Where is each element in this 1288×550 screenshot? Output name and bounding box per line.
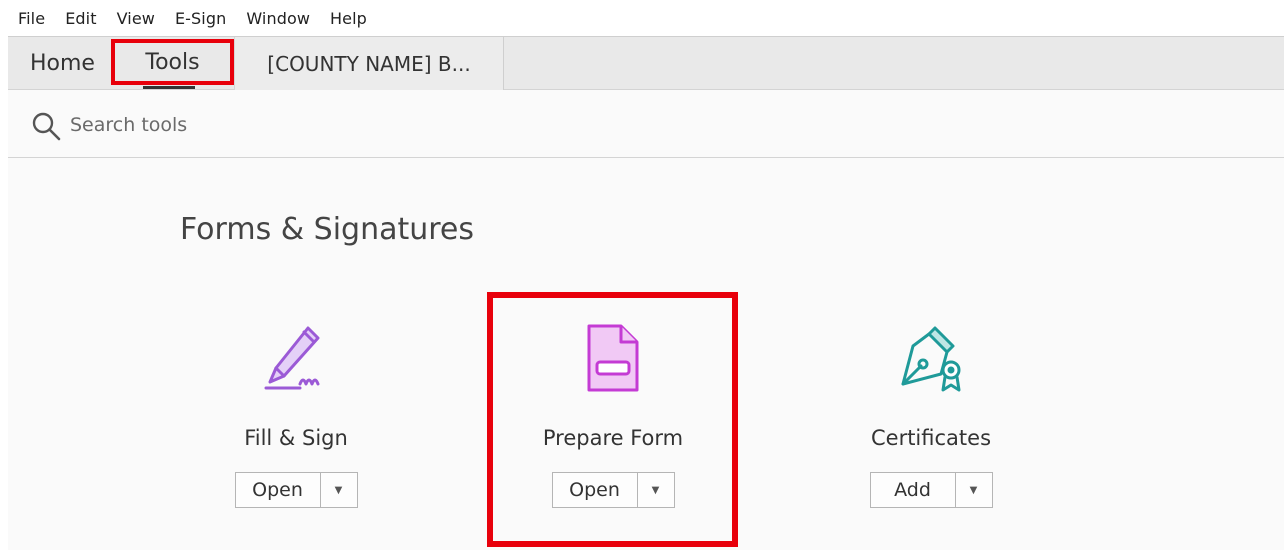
tool-fill-sign-label: Fill & Sign [244,426,348,450]
search-icon[interactable] [30,110,62,142]
menu-view[interactable]: View [117,9,155,28]
tool-fill-sign: Fill & Sign Open ▼ [176,300,416,508]
fill-sign-dropdown-button[interactable]: ▼ [321,473,357,507]
caret-down-icon: ▼ [651,484,660,496]
certificates-button-group: Add ▼ [869,472,993,508]
tab-home-label: Home [30,51,95,76]
prepare-form-button-group: Open ▼ [551,472,675,508]
menu-window[interactable]: Window [246,9,310,28]
prepare-form-icon[interactable] [573,318,653,398]
fill-sign-icon[interactable] [256,318,336,398]
tab-bar: Home Tools [COUNTY NAME] B... [8,36,1284,90]
tool-certificates-label: Certificates [870,426,992,450]
tool-prepare-form: Prepare Form Open ▼ [493,300,733,508]
tab-document[interactable]: [COUNTY NAME] B... [234,37,504,90]
fill-sign-button-group: Open ▼ [234,472,358,508]
tab-home[interactable]: Home [20,37,120,90]
fill-sign-open-label: Open [252,479,303,501]
menu-bar: File Edit View E-Sign Window Help [8,0,1284,36]
tab-document-label: [COUNTY NAME] B... [267,51,471,76]
fill-sign-open-button[interactable]: Open [236,473,321,507]
prepare-form-dropdown-button[interactable]: ▼ [638,473,674,507]
menu-esign[interactable]: E-Sign [175,9,226,28]
search-input[interactable] [70,108,470,142]
certificates-dropdown-button[interactable]: ▼ [956,473,992,507]
tab-tools[interactable]: Tools [111,39,234,89]
prepare-form-open-label: Open [569,479,620,501]
tool-prepare-form-label: Prepare Form [542,426,684,450]
search-bar [8,90,1284,158]
caret-down-icon: ▼ [334,484,343,496]
acrobat-window: File Edit View E-Sign Window Help Home T… [8,0,1284,550]
prepare-form-open-button[interactable]: Open [553,473,638,507]
tool-certificates: Certificates Add ▼ [811,300,1051,508]
menu-file[interactable]: File [18,9,45,28]
menu-edit[interactable]: Edit [65,9,96,28]
menu-help[interactable]: Help [330,9,367,28]
certificates-add-button[interactable]: Add [871,473,956,507]
tab-tools-label: Tools [145,49,200,75]
section-title: Forms & Signatures [180,212,475,247]
caret-down-icon: ▼ [969,484,978,496]
certificates-add-label: Add [894,479,931,501]
active-tab-indicator [143,86,195,89]
certificates-icon[interactable] [891,318,971,398]
